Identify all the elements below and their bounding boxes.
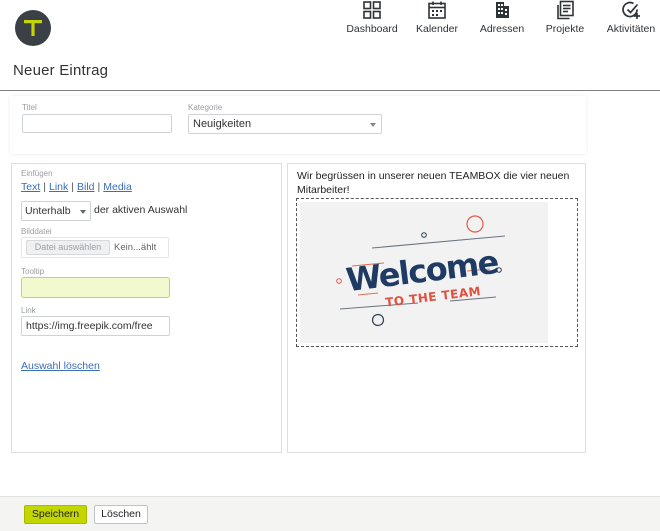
insert-type-links: Text | Link | Bild | Media: [21, 181, 132, 193]
link-separator: |: [43, 181, 46, 193]
title-divider: [0, 90, 660, 91]
insert-media-link[interactable]: Media: [103, 181, 132, 193]
preview-text[interactable]: Wir begrüssen in unserer neuen TEAMBOX d…: [297, 169, 579, 197]
check-add-icon: [622, 1, 640, 19]
editor-preview-panel[interactable]: Wir begrüssen in unserer neuen TEAMBOX d…: [287, 163, 586, 453]
link-separator: |: [71, 181, 74, 193]
page-title: Neuer Eintrag: [13, 62, 109, 79]
insert-panel: Einfügen Text | Link | Bild | Media Unterhalb …: [11, 163, 282, 453]
insert-text-link[interactable]: Text: [21, 181, 40, 193]
clear-selection-link[interactable]: Auswahl löschen: [21, 360, 100, 372]
logo-t-icon: [24, 20, 42, 36]
link-input[interactable]: https://img.freepik.com/free: [21, 316, 170, 336]
link-separator: |: [97, 181, 101, 193]
category-select[interactable]: Neuigkeiten: [188, 114, 382, 134]
nav-kalender-label: Kalender: [415, 23, 459, 35]
chevron-down-icon: [80, 210, 86, 214]
documents-icon: [557, 0, 574, 20]
title-input[interactable]: [22, 114, 172, 133]
image-file-input[interactable]: Datei auswählen Kein...ählt: [21, 237, 169, 258]
nav-dashboard[interactable]: Dashboard: [346, 0, 398, 40]
choose-file-button[interactable]: Datei auswählen: [26, 240, 110, 255]
footer-bar: Speichern Löschen: [0, 496, 660, 531]
chevron-down-icon: [370, 123, 376, 127]
position-select[interactable]: Unterhalb: [21, 201, 91, 221]
insert-label: Einfügen: [21, 169, 53, 178]
nav-kalender[interactable]: Kalender: [414, 0, 460, 40]
nav-projekte-label: Projekte: [545, 23, 585, 35]
insert-link-link[interactable]: Link: [49, 181, 68, 193]
nav-projekte[interactable]: Projekte: [542, 0, 588, 40]
calendar-icon: [428, 1, 446, 19]
save-button[interactable]: Speichern: [24, 505, 87, 524]
entry-header-card: Titel Kategorie Neuigkeiten: [10, 96, 586, 154]
selected-image-frame[interactable]: Welcome TO THE TEAM: [296, 198, 578, 347]
welcome-image: Welcome TO THE TEAM: [300, 202, 548, 343]
dashboard-icon: [363, 1, 381, 19]
nav-dashboard-label: Dashboard: [346, 23, 398, 35]
tooltip-input[interactable]: [21, 277, 170, 298]
file-name-text: Kein...ählt: [114, 242, 157, 253]
nav-aktivitaeten[interactable]: Aktivitäten: [604, 0, 658, 40]
app-logo[interactable]: [15, 10, 51, 46]
title-label: Titel: [22, 103, 37, 112]
position-suffix: der aktiven Auswahl: [94, 204, 188, 216]
top-navigation: Dashboard Kalender Adressen Projekte Akt…: [0, 0, 660, 52]
nav-aktivitaeten-label: Aktivitäten: [606, 23, 656, 35]
category-label: Kategorie: [188, 103, 223, 112]
image-file-label: Bilddatei: [21, 227, 52, 236]
link-label: Link: [21, 306, 36, 315]
nav-adressen[interactable]: Adressen: [478, 0, 526, 40]
tooltip-label: Tooltip: [21, 267, 45, 276]
category-select-value: Neuigkeiten: [193, 118, 252, 130]
insert-image-link[interactable]: Bild: [77, 181, 95, 193]
nav-adressen-label: Adressen: [479, 23, 525, 35]
welcome-illustration: Welcome TO THE TEAM: [300, 202, 548, 343]
position-select-value: Unterhalb: [25, 205, 71, 217]
building-icon: [496, 2, 509, 18]
delete-button[interactable]: Löschen: [94, 505, 148, 524]
